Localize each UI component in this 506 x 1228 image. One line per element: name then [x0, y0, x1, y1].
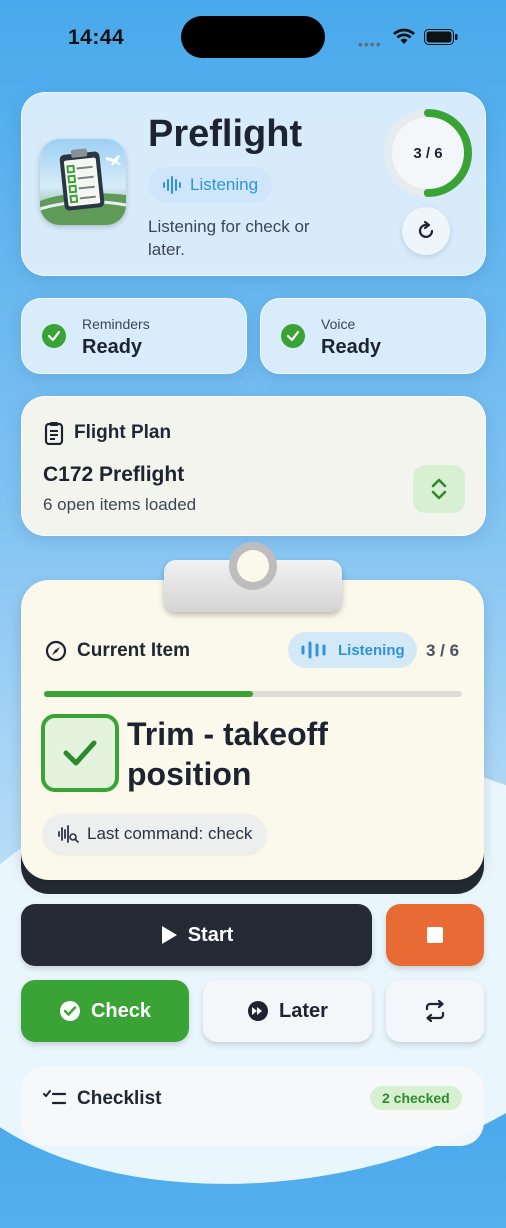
battery-icon [424, 29, 458, 45]
session-header-card: Preflight Listening Listening for check … [21, 92, 486, 276]
status-time: 14:44 [68, 26, 125, 49]
start-label: Start [187, 923, 234, 946]
last-command-text: Last command: check [87, 824, 253, 843]
later-label: Later [279, 999, 328, 1022]
listening-label: Listening [190, 175, 259, 194]
flight-plan-heading: Flight Plan [74, 422, 172, 443]
play-icon [161, 926, 177, 944]
current-listening-pill: Listening [288, 632, 417, 668]
fast-forward-circle-icon [248, 1001, 269, 1021]
reminders-value: Ready [82, 336, 143, 358]
compass-icon [45, 640, 67, 662]
current-item-count: 3 / 6 [426, 641, 460, 660]
voice-value: Ready [321, 336, 382, 358]
app-title: Preflight [148, 113, 303, 155]
reset-button[interactable] [402, 207, 450, 255]
voice-status-card: Voice Ready [260, 298, 486, 374]
listening-status-pill: Listening [148, 167, 273, 203]
current-listening-label: Listening [338, 641, 405, 659]
status-bar: 14:44 •••• [0, 0, 506, 76]
flight-plan-card: Flight Plan C172 Preflight 6 open items … [21, 396, 486, 536]
start-button[interactable]: Start [21, 904, 372, 966]
later-button[interactable]: Later [203, 980, 372, 1042]
wifi-icon [393, 28, 415, 44]
check-button[interactable]: Check [21, 980, 189, 1042]
checklist-header: Checklist [43, 1088, 161, 1110]
checklist-icon [43, 1090, 67, 1105]
current-item-progress-bar [44, 691, 462, 697]
current-item-title: Trim - takeoff position [127, 716, 328, 792]
checkmark-circle-icon [281, 324, 305, 348]
flight-plan-picker-button[interactable] [413, 465, 465, 513]
check-item-box[interactable] [41, 714, 119, 792]
stop-button[interactable] [386, 904, 484, 966]
clipboard-app-icon [40, 139, 126, 225]
checklist-heading: Checklist [77, 1088, 162, 1109]
repeat-button[interactable] [386, 980, 484, 1042]
checkmark-icon [63, 740, 97, 766]
refresh-icon [418, 220, 434, 238]
reminders-label: Reminders [82, 316, 150, 332]
waveform-icon [163, 176, 181, 194]
dynamic-island [181, 16, 325, 58]
current-item-card: Current Item Listening 3 / 6 Trim - take… [21, 580, 484, 880]
signal-dots-icon: •••• [358, 36, 382, 52]
clipboard-clip-ring [229, 542, 277, 590]
progress-count: 3 / 6 [413, 144, 443, 162]
current-item-header: Current Item [45, 640, 190, 662]
flight-plan-header: Flight Plan [44, 421, 171, 445]
voice-search-icon [58, 825, 79, 843]
flight-plan-summary: 6 open items loaded [43, 495, 197, 514]
checkmark-circle-icon [59, 1001, 80, 1021]
chevron-up-down-icon [431, 478, 447, 500]
checked-count-badge: 2 checked [370, 1086, 462, 1110]
status-subtitle: Listening for check or later. [148, 217, 310, 259]
last-command-chip: Last command: check [43, 814, 267, 854]
checkmark-circle-icon [42, 324, 66, 348]
current-item-progress-fill [44, 691, 253, 697]
repeat-icon [425, 1000, 445, 1022]
checklist-card: Checklist 2 checked [21, 1066, 484, 1146]
stop-icon [427, 927, 443, 943]
check-label: Check [90, 999, 152, 1022]
flight-plan-name: C172 Preflight [43, 463, 185, 486]
current-item-heading: Current Item [77, 640, 190, 661]
waveform-icon [301, 641, 326, 659]
voice-label: Voice [321, 316, 356, 332]
reminders-status-card: Reminders Ready [21, 298, 247, 374]
clipboard-icon [44, 422, 64, 445]
